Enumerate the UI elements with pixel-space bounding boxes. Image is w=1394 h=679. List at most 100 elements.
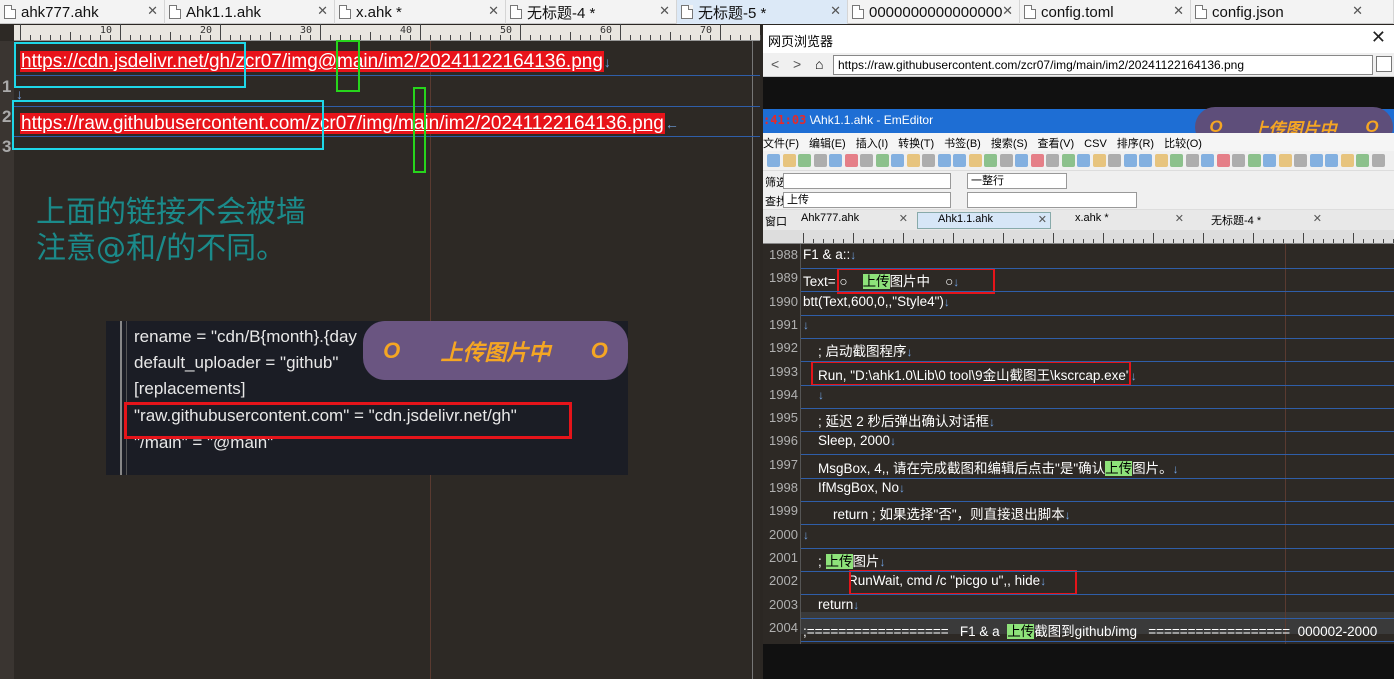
close-icon[interactable]: ✕ [1175,212,1184,225]
filter-mode-select[interactable]: 一整行 [967,173,1067,189]
toolbar-button[interactable] [1139,154,1152,167]
toolbar-button[interactable] [1325,154,1338,167]
forward-icon[interactable]: > [793,56,801,72]
tab-untitled-5[interactable]: 无标题-5 * ✕ [677,0,848,24]
filter-input[interactable] [783,173,951,189]
toolbar-button[interactable] [1108,154,1121,167]
code-line[interactable]: IfMsgBox, No↓ [803,480,905,495]
go-icon[interactable] [1376,56,1392,72]
code-line[interactable]: MsgBox, 4,, 请在完成截图和编辑后点击"是"确认上传图片。↓ [803,457,1179,477]
close-icon[interactable]: ✕ [659,3,670,19]
menu-edit[interactable]: 编辑(E) [809,138,846,150]
toolbar-button[interactable] [1216,154,1230,167]
toolbar-button[interactable] [1356,154,1369,167]
menu-search[interactable]: 搜索(S) [991,138,1028,150]
toolbar-button[interactable] [906,154,920,167]
menu-csv[interactable]: CSV [1084,138,1107,150]
replace-input[interactable] [967,192,1137,208]
code-line[interactable]: ;================== F1 & a 上传截图到github/i… [803,620,1377,640]
toolbar-button[interactable] [1061,154,1075,167]
url-input[interactable]: https://raw.githubusercontent.com/zcr07/… [833,55,1373,75]
tab-config-json[interactable]: config.json ✕ [1191,0,1394,24]
toolbar-button[interactable] [1030,154,1044,167]
toolbar-button[interactable] [999,154,1013,167]
close-icon[interactable]: ✕ [147,3,158,19]
close-icon[interactable]: ✕ [830,3,841,19]
close-icon[interactable]: ✕ [1352,3,1363,19]
menu-file[interactable]: 文件(F) [763,138,799,150]
toolbar-button[interactable] [922,154,935,167]
toolbar-button[interactable] [1263,154,1276,167]
code-line[interactable]: F1 & a::↓ [803,247,856,262]
tab-ahk1[interactable]: Ahk1.1.ahk ✕ [165,0,335,24]
toolbar-button[interactable] [1185,154,1199,167]
tab-config-toml[interactable]: config.toml ✕ [1020,0,1191,24]
close-icon[interactable]: ✕ [899,212,908,225]
tab-zeros[interactable]: 0000000000000000 ✕ [848,0,1020,24]
toolbar-button[interactable] [1232,154,1245,167]
toolbar-button[interactable] [1340,154,1354,167]
code-line[interactable]: ; 上传图片↓ [803,550,886,570]
left-editor[interactable]: 1020304050607080 1 2 3 https://cdn.jsdel… [0,24,812,679]
code-line[interactable]: ↓ [803,527,809,542]
close-icon[interactable]: ✕ [1173,3,1184,19]
toolbar-button[interactable] [1247,154,1261,167]
toolbar-button[interactable] [844,154,858,167]
etab-ahk777[interactable]: Ahk777.ahk ✕ [781,212,911,229]
toolbar-button[interactable] [1077,154,1090,167]
menu-bookmark[interactable]: 书签(B) [944,138,981,150]
find-input[interactable]: 上传 [783,192,951,208]
toolbar-button[interactable] [1154,154,1168,167]
toolbar-button[interactable] [1309,154,1323,167]
toolbar-button[interactable] [891,154,904,167]
toolbar-button[interactable] [1170,154,1183,167]
code-line[interactable]: return ; 如果选择"否"，则直接退出脚本↓ [803,503,1071,523]
back-icon[interactable]: < [771,56,779,72]
code-line[interactable]: Sleep, 2000↓ [803,433,896,448]
menu-insert[interactable]: 插入(I) [856,138,888,150]
code-line[interactable]: return↓ [803,597,859,612]
toolbar-button[interactable] [984,154,997,167]
toolbar-button[interactable] [798,154,811,167]
close-icon[interactable]: ✕ [1002,3,1013,19]
toolbar-button[interactable] [1294,154,1307,167]
etab-ahk1[interactable]: Ahk1.1.ahk ✕ [917,212,1051,229]
code-line[interactable]: ; 延迟 2 秒后弹出确认对话框↓ [803,410,995,430]
etab-x-ahk[interactable]: x.ahk * ✕ [1055,212,1187,229]
toolbar-button[interactable] [1201,154,1214,167]
menu-sort[interactable]: 排序(R) [1117,138,1154,150]
close-icon[interactable]: ✕ [317,3,328,19]
toolbar-button[interactable] [767,154,780,167]
toolbar-button[interactable] [813,154,827,167]
code-line[interactable]: ; 启动截图程序↓ [803,340,913,360]
menu-view[interactable]: 查看(V) [1038,138,1075,150]
close-icon[interactable]: ✕ [488,3,499,19]
toolbar-button[interactable] [937,154,951,167]
code-line[interactable]: ↓ [803,387,824,402]
tab-ahk777[interactable]: ahk777.ahk ✕ [0,0,165,24]
toolbar-button[interactable] [782,154,796,167]
home-icon[interactable]: ⌂ [815,56,823,72]
toolbar-button[interactable] [953,154,966,167]
close-icon[interactable]: ✕ [1313,212,1322,225]
tab-untitled-4[interactable]: 无标题-4 * ✕ [506,0,677,24]
emeditor-text-area[interactable]: 1988 1989 1990 1991 1992 1993 1994 1995 1996 1997… [763,244,1394,644]
toolbar-button[interactable] [1371,154,1385,167]
close-icon[interactable]: ✕ [1371,27,1386,48]
toolbar-button[interactable] [829,154,842,167]
toolbar-button[interactable] [875,154,889,167]
etab-untitled-4[interactable]: 无标题-4 * ✕ [1191,212,1325,229]
toolbar-button[interactable] [1015,154,1028,167]
tab-x-ahk[interactable]: x.ahk * ✕ [335,0,506,24]
close-icon[interactable]: ✕ [1038,213,1047,226]
toolbar-button[interactable] [968,154,982,167]
menu-convert[interactable]: 转换(T) [898,138,934,150]
toolbar-button[interactable] [860,154,873,167]
code-line[interactable]: btt(Text,600,0,,"Style4")↓ [803,294,950,309]
toolbar-button[interactable] [1278,154,1292,167]
code-line[interactable]: ↓ [803,317,809,332]
menu-compare[interactable]: 比较(O) [1164,138,1202,150]
toolbar-button[interactable] [1123,154,1137,167]
toolbar-button[interactable] [1046,154,1059,167]
toolbar-button[interactable] [1092,154,1106,167]
